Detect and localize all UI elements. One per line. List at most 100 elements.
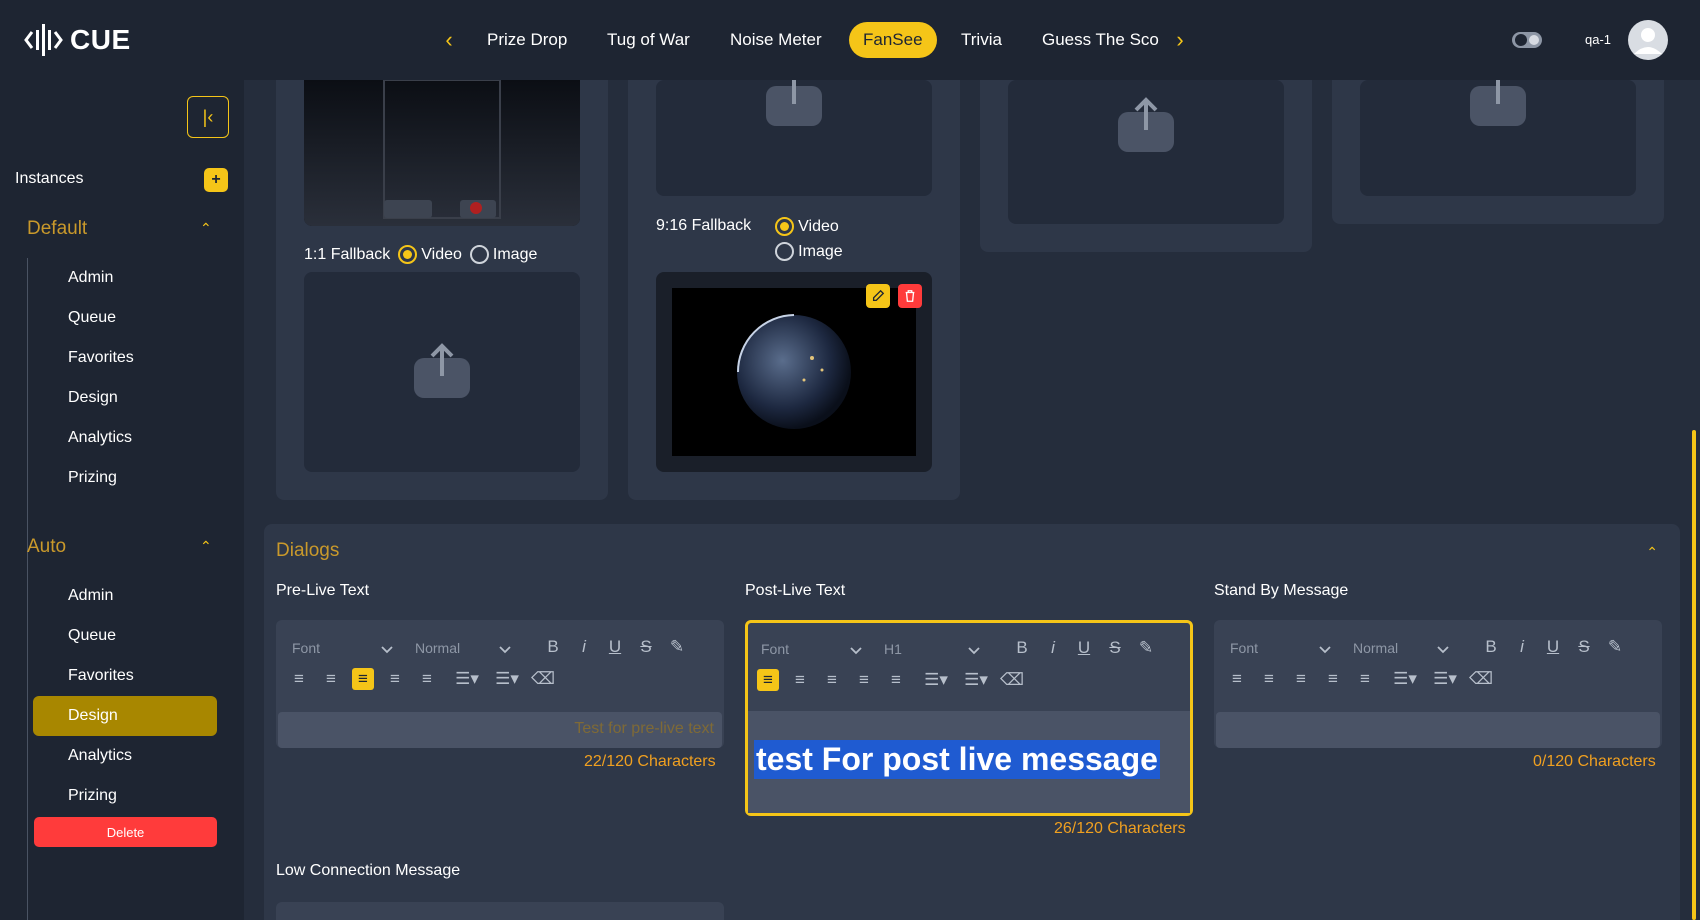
sidebar-item-default-analytics[interactable]: Analytics bbox=[33, 418, 217, 458]
image-preview[interactable] bbox=[656, 272, 932, 472]
ordered-list-icon[interactable]: ☰▾ bbox=[921, 669, 951, 691]
sidebar-item-default-design[interactable]: Design bbox=[33, 378, 217, 418]
chevron-up-icon[interactable]: ⌃ bbox=[200, 220, 220, 240]
indent-icon[interactable]: ≡ bbox=[416, 668, 438, 690]
italic-icon[interactable]: i bbox=[573, 636, 595, 658]
clear-format-icon[interactable]: ⌫ bbox=[531, 668, 555, 690]
add-instance-button[interactable]: + bbox=[204, 168, 228, 192]
align-center-icon[interactable]: ≡ bbox=[1258, 668, 1280, 690]
avatar[interactable] bbox=[1628, 20, 1668, 60]
outdent-icon[interactable]: ≡ bbox=[1322, 668, 1344, 690]
chevron-down-icon[interactable] bbox=[849, 643, 863, 657]
delete-button[interactable]: Delete bbox=[34, 817, 217, 847]
tab-tug-of-war[interactable]: Tug of War bbox=[593, 22, 704, 58]
align-left-icon[interactable]: ≡ bbox=[757, 669, 779, 691]
nav-next-arrow-icon[interactable]: › bbox=[1170, 26, 1190, 54]
font-select[interactable]: Font bbox=[1230, 640, 1258, 656]
stand-by-text-input[interactable] bbox=[1216, 712, 1660, 748]
fallback-9-16-video-radio[interactable]: Video bbox=[775, 217, 842, 236]
upload-dropzone[interactable] bbox=[304, 272, 580, 472]
post-live-title: Post-Live Text bbox=[745, 582, 846, 599]
logo[interactable]: CUE bbox=[24, 22, 131, 58]
highlighter-icon[interactable]: ✎ bbox=[1604, 636, 1626, 658]
underline-icon[interactable]: U bbox=[1542, 636, 1564, 658]
sidebar-item-default-admin[interactable]: Admin bbox=[33, 258, 217, 298]
strikethrough-icon[interactable]: S bbox=[1104, 637, 1126, 659]
tab-prize-drop[interactable]: Prize Drop bbox=[473, 22, 581, 58]
upload-dropzone[interactable] bbox=[1008, 80, 1284, 224]
indent-icon[interactable]: ≡ bbox=[1354, 668, 1376, 690]
font-select[interactable]: Font bbox=[761, 641, 789, 657]
bold-icon[interactable]: B bbox=[542, 636, 564, 658]
clear-format-icon[interactable]: ⌫ bbox=[1000, 669, 1024, 691]
group-title-default[interactable]: Default bbox=[27, 218, 87, 240]
outdent-icon[interactable]: ≡ bbox=[853, 669, 875, 691]
pre-live-text-input[interactable]: Test for pre-live text bbox=[278, 712, 722, 748]
indent-icon[interactable]: ≡ bbox=[885, 669, 907, 691]
chevron-down-icon[interactable] bbox=[380, 642, 394, 656]
ordered-list-icon[interactable]: ☰▾ bbox=[1390, 668, 1420, 690]
strikethrough-icon[interactable]: S bbox=[1573, 636, 1595, 658]
italic-icon[interactable]: i bbox=[1042, 637, 1064, 659]
strikethrough-icon[interactable]: S bbox=[635, 636, 657, 658]
sidebar-item-auto-design[interactable]: Design bbox=[33, 696, 217, 736]
font-select[interactable]: Font bbox=[292, 640, 320, 656]
sidebar-item-auto-prizing[interactable]: Prizing bbox=[33, 776, 217, 816]
underline-icon[interactable]: U bbox=[1073, 637, 1095, 659]
fallback-1-1-image-radio[interactable]: Image bbox=[469, 245, 537, 264]
bullet-list-icon[interactable]: ☰▾ bbox=[1430, 668, 1460, 690]
collapse-sidebar-button[interactable]: |‹ bbox=[187, 96, 229, 138]
sidebar-item-auto-admin[interactable]: Admin bbox=[33, 576, 217, 616]
align-right-icon[interactable]: ≡ bbox=[352, 668, 374, 690]
edit-image-button[interactable] bbox=[866, 284, 890, 308]
bold-icon[interactable]: B bbox=[1480, 636, 1502, 658]
highlighter-icon[interactable]: ✎ bbox=[666, 636, 688, 658]
highlighter-icon[interactable]: ✎ bbox=[1135, 637, 1157, 659]
italic-icon[interactable]: i bbox=[1511, 636, 1533, 658]
align-right-icon[interactable]: ≡ bbox=[1290, 668, 1312, 690]
sidebar-item-auto-analytics[interactable]: Analytics bbox=[33, 736, 217, 776]
outdent-icon[interactable]: ≡ bbox=[384, 668, 406, 690]
sidebar-item-default-prizing[interactable]: Prizing bbox=[33, 458, 217, 498]
chevron-up-icon[interactable]: ⌃ bbox=[200, 538, 220, 558]
fallback-1-1-video-radio[interactable]: Video bbox=[398, 245, 462, 264]
fallback-9-16-image-radio[interactable]: Image bbox=[775, 242, 843, 261]
tab-trivia[interactable]: Trivia bbox=[947, 22, 1016, 58]
size-select[interactable]: Normal bbox=[415, 640, 460, 656]
ordered-list-icon[interactable]: ☰▾ bbox=[452, 668, 482, 690]
chevron-down-icon[interactable] bbox=[1436, 642, 1450, 656]
align-right-icon[interactable]: ≡ bbox=[821, 669, 843, 691]
upload-dropzone[interactable] bbox=[656, 80, 932, 196]
size-select[interactable]: Normal bbox=[1353, 640, 1398, 656]
sidebar-item-default-queue[interactable]: Queue bbox=[33, 298, 217, 338]
bullet-list-icon[interactable]: ☰▾ bbox=[961, 669, 991, 691]
delete-image-button[interactable] bbox=[898, 284, 922, 308]
chevron-down-icon[interactable] bbox=[1318, 642, 1332, 656]
video-preview[interactable] bbox=[304, 80, 580, 226]
align-left-icon[interactable]: ≡ bbox=[1226, 668, 1248, 690]
align-center-icon[interactable]: ≡ bbox=[320, 668, 342, 690]
group-title-auto[interactable]: Auto bbox=[27, 536, 66, 558]
nav-prev-arrow-icon[interactable]: ‹ bbox=[439, 26, 459, 54]
size-select[interactable]: H1 bbox=[884, 641, 902, 657]
low-connection-editor[interactable] bbox=[276, 902, 724, 920]
page-scrollbar[interactable] bbox=[1692, 430, 1696, 920]
chevron-up-icon[interactable]: ⌃ bbox=[1646, 544, 1658, 561]
sidebar-item-default-favorites[interactable]: Favorites bbox=[33, 338, 217, 378]
upload-dropzone[interactable] bbox=[1360, 80, 1636, 196]
theme-toggle-icon[interactable] bbox=[1512, 30, 1544, 50]
underline-icon[interactable]: U bbox=[604, 636, 626, 658]
post-live-text-value[interactable]: test For post live message bbox=[754, 740, 1160, 779]
bold-icon[interactable]: B bbox=[1011, 637, 1033, 659]
align-left-icon[interactable]: ≡ bbox=[288, 668, 310, 690]
tab-fansee[interactable]: FanSee bbox=[849, 22, 937, 58]
sidebar-item-auto-queue[interactable]: Queue bbox=[33, 616, 217, 656]
tab-noise-meter[interactable]: Noise Meter bbox=[716, 22, 836, 58]
clear-format-icon[interactable]: ⌫ bbox=[1469, 668, 1493, 690]
chevron-down-icon[interactable] bbox=[967, 643, 981, 657]
align-center-icon[interactable]: ≡ bbox=[789, 669, 811, 691]
chevron-down-icon[interactable] bbox=[498, 642, 512, 656]
tab-guess-the-score[interactable]: Guess The Sco bbox=[1028, 22, 1173, 58]
sidebar-item-auto-favorites[interactable]: Favorites bbox=[33, 656, 217, 696]
bullet-list-icon[interactable]: ☰▾ bbox=[492, 668, 522, 690]
